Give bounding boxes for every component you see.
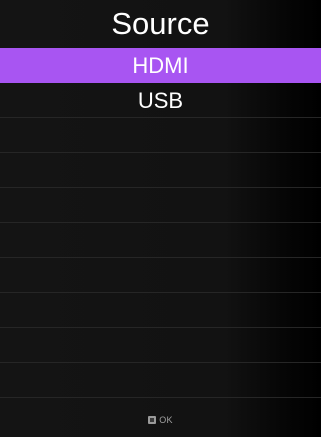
source-item-empty	[0, 258, 321, 293]
source-item-empty	[0, 293, 321, 328]
ok-button-icon	[148, 415, 157, 424]
source-item-usb[interactable]: USB	[0, 83, 321, 118]
source-list: HDMI USB	[0, 48, 321, 402]
source-item-empty	[0, 188, 321, 223]
footer-hint: OK	[0, 402, 321, 437]
source-item-hdmi[interactable]: HDMI	[0, 48, 321, 83]
source-item-empty	[0, 118, 321, 153]
source-item-empty	[0, 328, 321, 363]
source-item-empty	[0, 363, 321, 398]
source-item-empty	[0, 223, 321, 258]
source-menu-panel: Source HDMI USB OK	[0, 0, 321, 437]
menu-title: Source	[111, 6, 210, 41]
source-item-empty	[0, 153, 321, 188]
ok-hint-label: OK	[159, 414, 173, 425]
